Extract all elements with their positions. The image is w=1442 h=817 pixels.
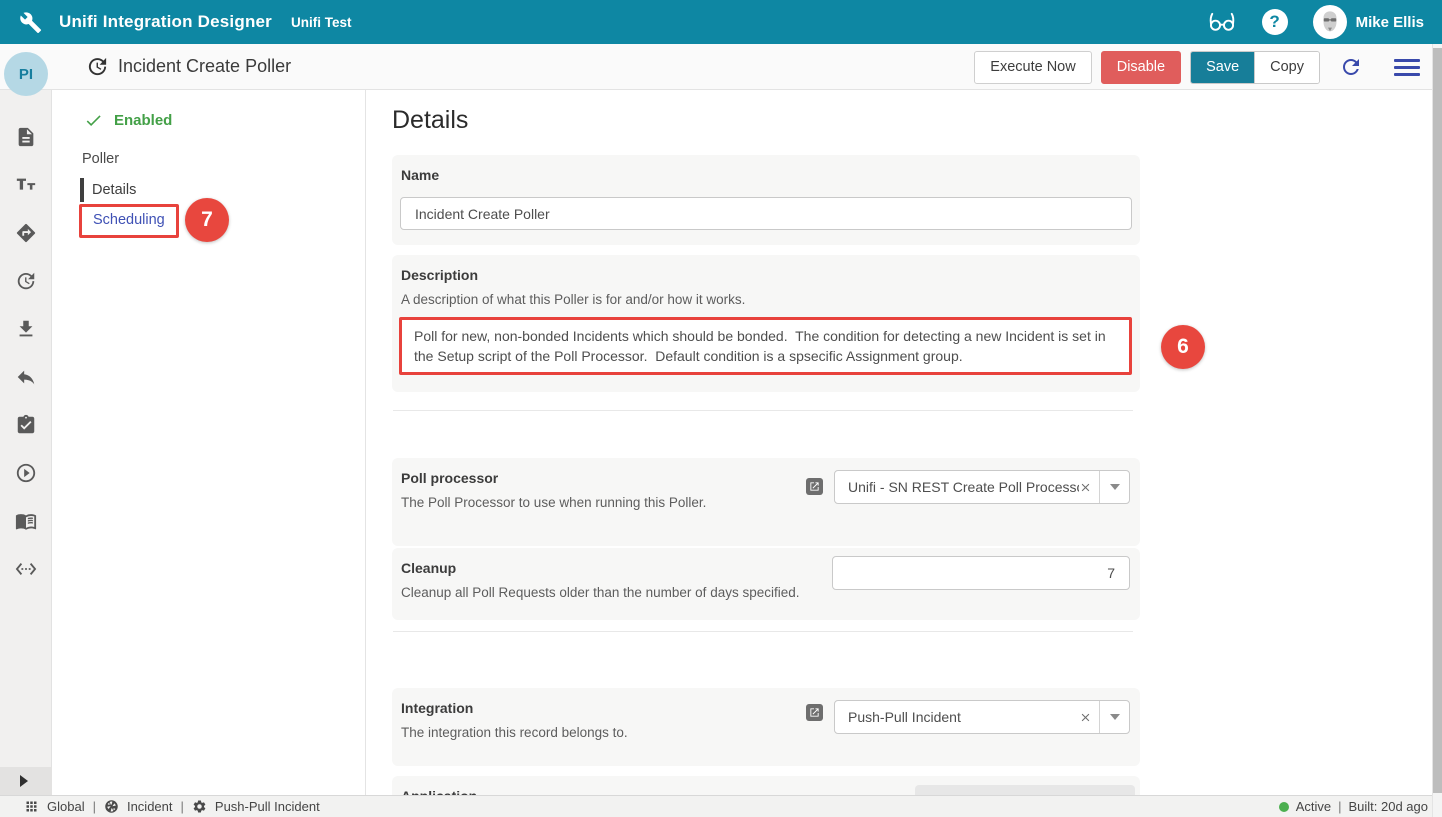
- cleanup-input[interactable]: 7: [832, 556, 1130, 590]
- open-reference-icon[interactable]: [806, 478, 823, 495]
- description-help: A description of what this Poller is for…: [401, 292, 745, 307]
- name-label: Name: [401, 167, 439, 183]
- enabled-label: Enabled: [114, 112, 172, 129]
- name-input[interactable]: Incident Create Poller: [400, 197, 1132, 230]
- integration-help: The integration this record belongs to.: [401, 725, 628, 740]
- glasses-icon[interactable]: [1206, 9, 1238, 35]
- cleanup-label: Cleanup: [401, 560, 456, 576]
- poller-history-icon: [86, 55, 109, 78]
- environment-name[interactable]: Unifi Test: [291, 15, 352, 30]
- directions-icon[interactable]: [15, 222, 37, 244]
- application-field-panel: Application: [392, 776, 1140, 795]
- chevron-down-icon: [1110, 484, 1120, 490]
- clear-selection-icon[interactable]: [1079, 701, 1097, 733]
- top-app-bar: Unifi Integration Designer Unifi Test ? …: [0, 0, 1442, 44]
- history-icon[interactable]: [15, 270, 37, 292]
- copy-button[interactable]: Copy: [1254, 52, 1319, 83]
- poll-processor-field-panel: Poll processor The Poll Processor to use…: [392, 458, 1140, 546]
- annotation-box-scheduling: Scheduling: [79, 204, 179, 238]
- active-status-icon: [1279, 802, 1289, 812]
- nav-section-poller: Poller: [82, 151, 119, 167]
- expand-rail-button[interactable]: [0, 767, 52, 795]
- document-icon[interactable]: [15, 126, 37, 148]
- description-textarea[interactable]: Poll for new, non-bonded Incidents which…: [399, 317, 1132, 375]
- active-status-label: Active: [1296, 799, 1331, 814]
- open-reference-icon[interactable]: [806, 704, 823, 721]
- user-avatar[interactable]: [1313, 5, 1347, 39]
- application-label: Application: [401, 788, 477, 795]
- record-type-avatar[interactable]: PI: [4, 52, 48, 96]
- details-form: Details Name Incident Create Poller Desc…: [366, 90, 1432, 795]
- dropdown-caret[interactable]: [1099, 701, 1129, 733]
- save-button[interactable]: Save: [1191, 52, 1254, 83]
- callout-badge-6: 6: [1161, 325, 1205, 369]
- table-icon: [104, 799, 119, 814]
- poll-processor-help: The Poll Processor to use when running t…: [401, 495, 706, 510]
- scrollbar-thumb[interactable]: [1433, 48, 1442, 793]
- code-icon[interactable]: [15, 558, 37, 580]
- apps-grid-icon[interactable]: [24, 799, 39, 814]
- integration-label: Integration: [401, 700, 473, 716]
- page-title: Incident Create Poller: [118, 56, 291, 77]
- refresh-icon[interactable]: [1339, 55, 1363, 79]
- reply-icon[interactable]: [15, 366, 37, 388]
- description-label: Description: [401, 267, 478, 283]
- vertical-scrollbar: [1432, 44, 1442, 817]
- scope-label[interactable]: Global: [47, 799, 85, 814]
- dropdown-caret[interactable]: [1099, 471, 1129, 503]
- execute-now-button[interactable]: Execute Now: [974, 51, 1091, 84]
- section-heading: Details: [392, 106, 468, 135]
- help-icon[interactable]: ?: [1262, 9, 1288, 35]
- status-bar: Global | Incident | Push-Pull Incident A…: [0, 795, 1442, 817]
- icon-rail: [0, 90, 52, 795]
- play-circle-icon[interactable]: [15, 462, 37, 484]
- gear-icon: [192, 799, 207, 814]
- disable-button[interactable]: Disable: [1101, 51, 1181, 84]
- poll-processor-label: Poll processor: [401, 470, 498, 486]
- chevron-down-icon: [1110, 714, 1120, 720]
- triangle-right-icon: [20, 775, 28, 787]
- name-field-panel: Name Incident Create Poller: [392, 155, 1140, 245]
- section-divider: [393, 410, 1133, 411]
- record-type-label[interactable]: Incident: [127, 799, 173, 814]
- active-indicator-bar: [80, 178, 84, 202]
- integration-scope-label[interactable]: Push-Pull Incident: [215, 799, 320, 814]
- user-name[interactable]: Mike Ellis: [1356, 14, 1424, 31]
- documentation-icon[interactable]: [15, 510, 37, 532]
- enabled-status[interactable]: Enabled: [84, 111, 172, 130]
- description-field-panel: Description A description of what this P…: [392, 255, 1140, 392]
- save-copy-button-group: Save Copy: [1190, 51, 1320, 84]
- tasks-done-icon[interactable]: [15, 414, 37, 436]
- download-icon[interactable]: [15, 318, 37, 340]
- record-nav-panel: Enabled Poller Details Scheduling: [52, 90, 366, 795]
- clear-selection-icon[interactable]: [1079, 471, 1097, 503]
- record-header: Incident Create Poller Execute Now Disab…: [0, 44, 1442, 90]
- text-format-icon[interactable]: [15, 174, 37, 196]
- integration-field-panel: Integration The integration this record …: [392, 688, 1140, 766]
- app-title: Unifi Integration Designer: [59, 12, 272, 32]
- check-icon: [84, 111, 103, 130]
- nav-item-scheduling[interactable]: Scheduling: [93, 212, 165, 228]
- nav-item-details[interactable]: Details: [80, 178, 136, 202]
- poll-processor-select[interactable]: Unifi - SN REST Create Poll Processor: [834, 470, 1130, 504]
- section-divider: [393, 631, 1133, 632]
- wrench-icon: [19, 11, 42, 34]
- callout-badge-7: 7: [185, 198, 229, 242]
- application-readonly-field: [915, 785, 1135, 795]
- cleanup-field-panel: Cleanup Cleanup all Poll Requests older …: [392, 548, 1140, 620]
- menu-icon[interactable]: [1394, 55, 1420, 80]
- cleanup-help: Cleanup all Poll Requests older than the…: [401, 585, 800, 600]
- built-label: Built: 20d ago: [1348, 799, 1428, 814]
- integration-select[interactable]: Push-Pull Incident: [834, 700, 1130, 734]
- avatar-face-icon: [1315, 7, 1345, 37]
